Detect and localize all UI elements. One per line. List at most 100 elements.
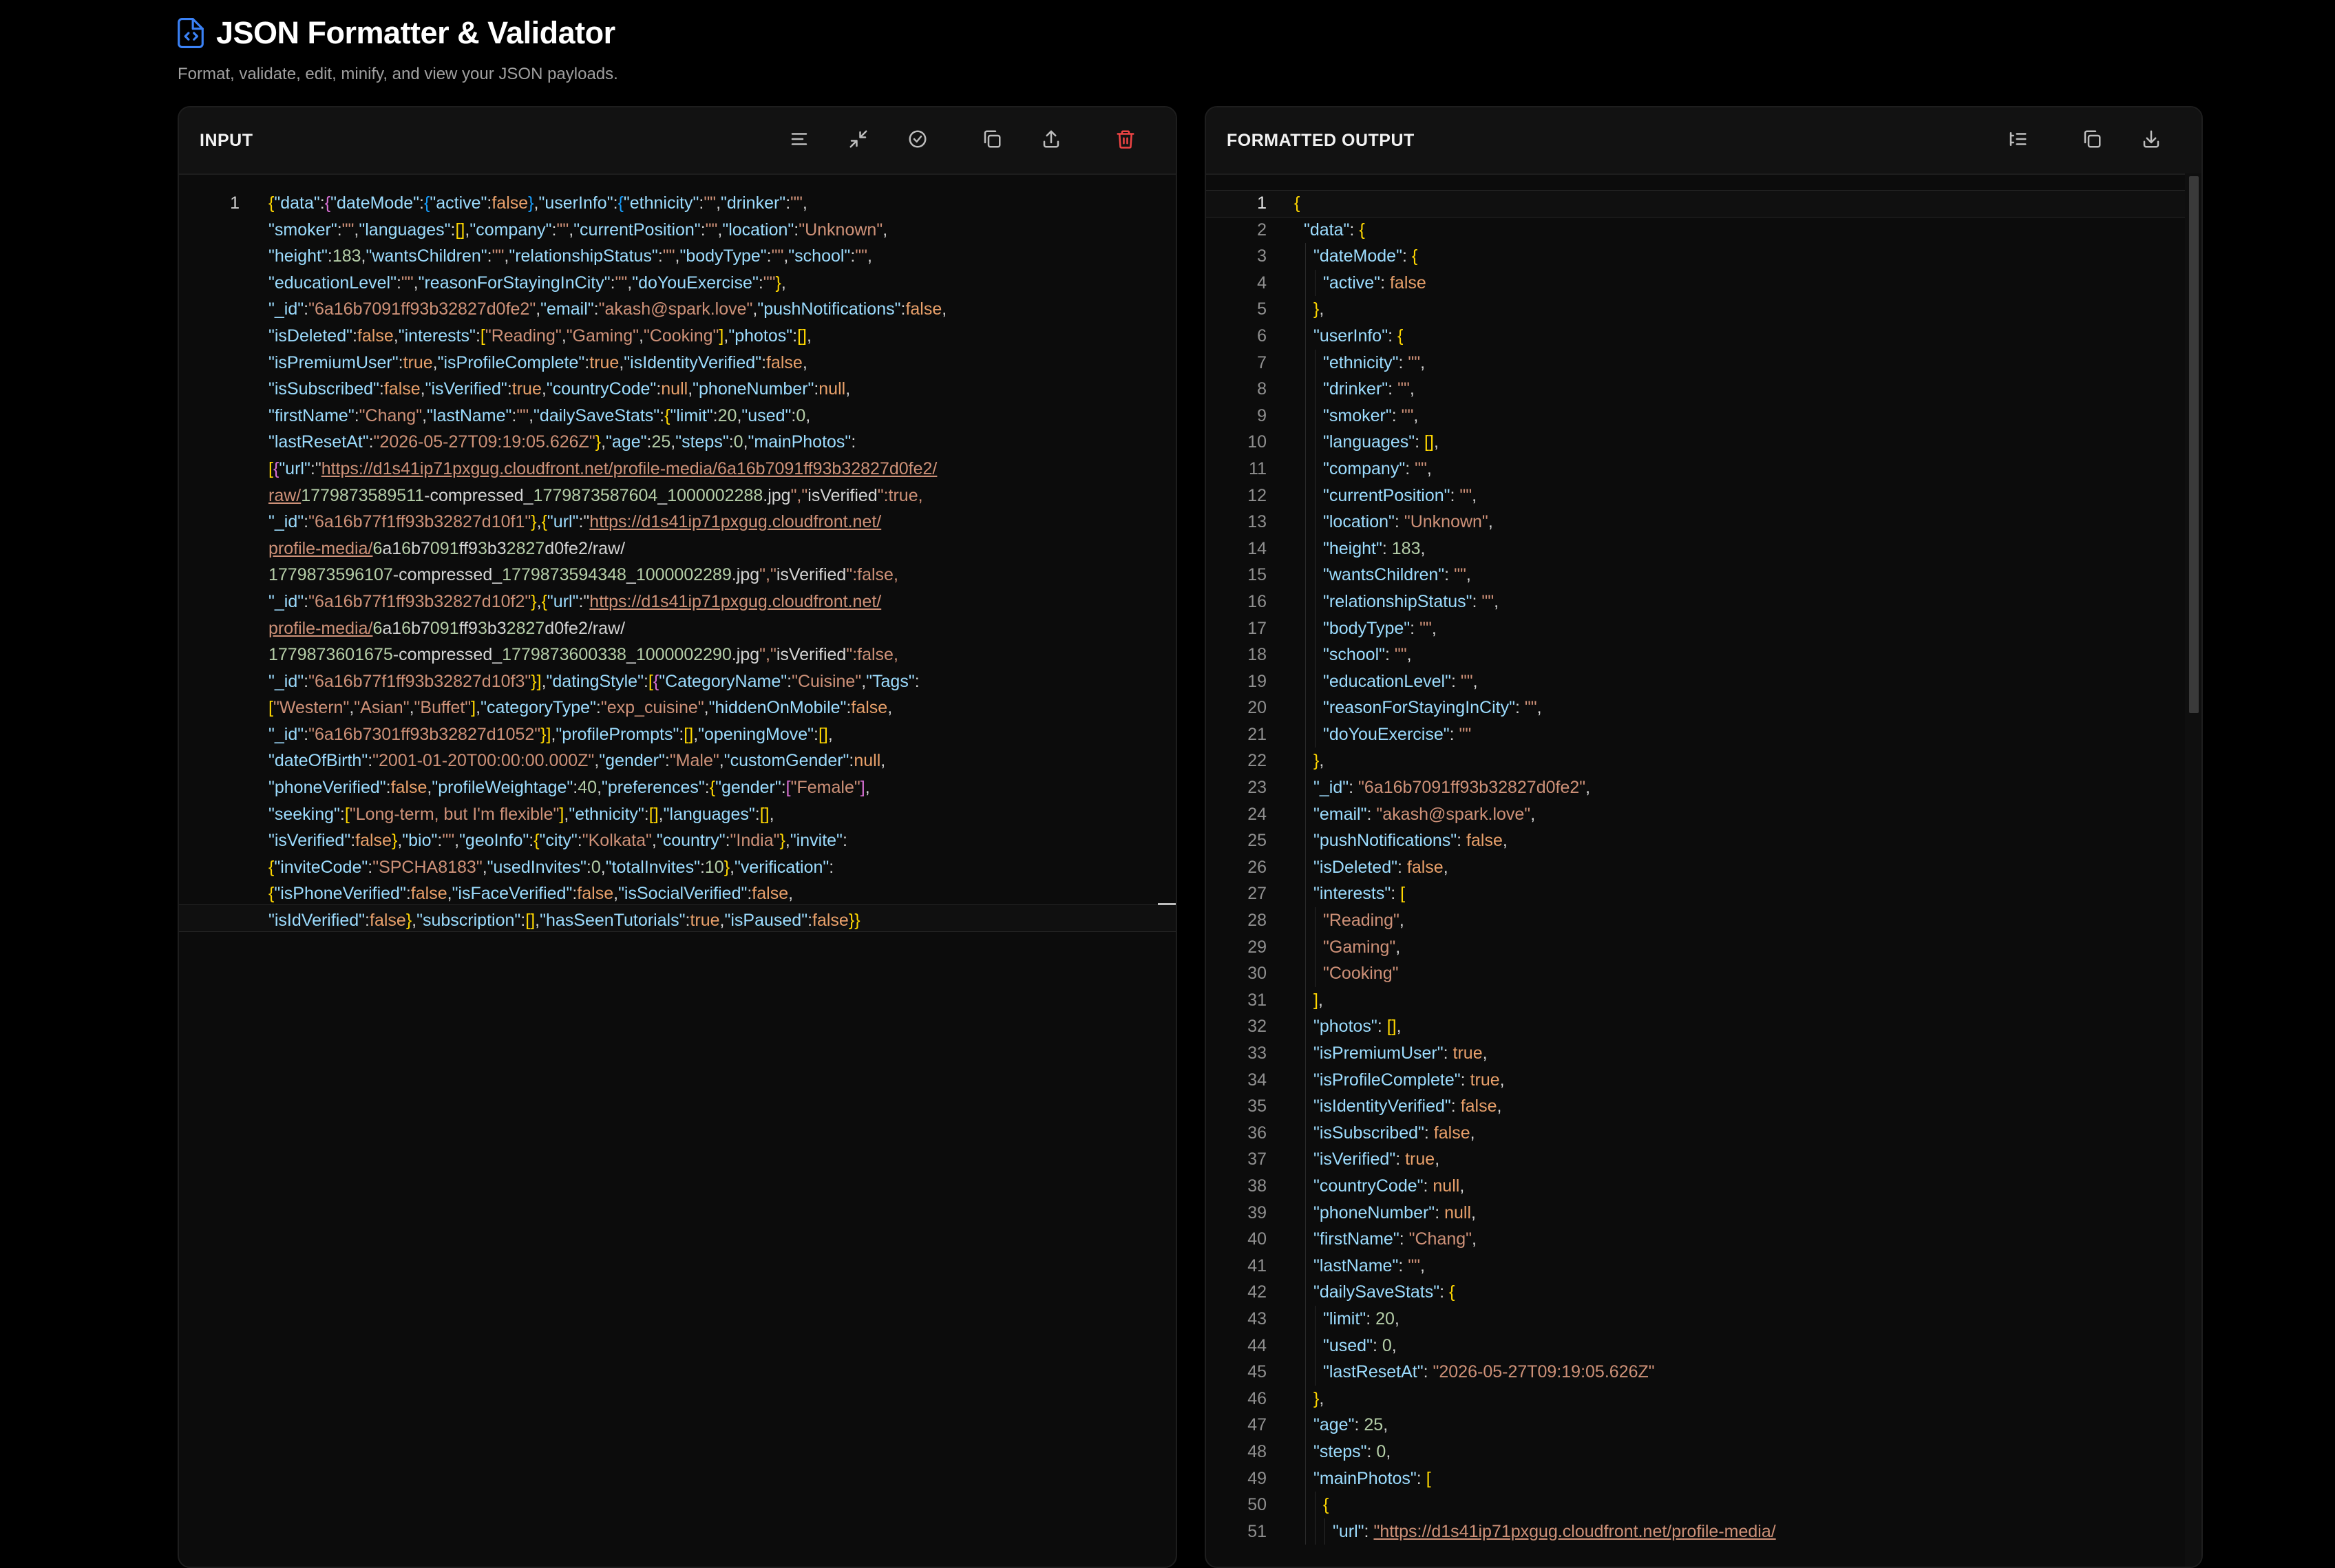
input-wrapped-line: raw/1779873589511-compressed_17798735876…: [268, 485, 923, 505]
input-wrapped-line: {"data":{"dateMode":{"active":false},"us…: [268, 193, 807, 213]
code-text: "data": {: [1304, 220, 1365, 240]
input-panel-title: INPUT: [200, 130, 253, 150]
line-number: 28: [1247, 911, 1267, 931]
line-number: 50: [1247, 1495, 1267, 1515]
line-number: 3: [1257, 246, 1267, 266]
input-wrapped-line: profile-media/6a16b7091ff93b32827d0fe2/r…: [268, 618, 626, 638]
code-text: "lastResetAt": "2026-05-27T09:19:05.626Z…: [1267, 1359, 1655, 1386]
line-number: 16: [1247, 591, 1267, 611]
line-number: 14: [1247, 538, 1267, 558]
output-line: 7 "ethnicity": "",: [1206, 349, 2181, 377]
line-number: 7: [1257, 352, 1267, 372]
input-wrapped-line: "_id":"6a16b77f1ff93b32827d10f1"},{"url"…: [268, 512, 882, 532]
code-text: "limit": 20,: [1267, 1305, 1399, 1333]
input-code[interactable]: {"data":{"dateMode":{"active":false},"us…: [268, 190, 1150, 934]
copy-output-button[interactable]: [2062, 120, 2122, 161]
code-text: "dailySaveStats": {: [1267, 1279, 1455, 1306]
code-text: "active": false: [1267, 269, 1426, 297]
input-wrapped-line: "isPremiumUser":true,"isProfileComplete"…: [268, 352, 807, 372]
output-line: 5},: [1206, 296, 2181, 323]
code-text: {: [1267, 1492, 1329, 1518]
page-subtitle: Format, validate, edit, minify, and view…: [178, 65, 618, 83]
code-text: "dateMode": {: [1267, 243, 1417, 270]
input-panel-header: INPUT: [179, 107, 1176, 175]
line-number: 34: [1247, 1070, 1267, 1090]
tree-view-icon: [2007, 129, 2028, 153]
output-line: 40 "firstName": "Chang",: [1206, 1226, 2181, 1253]
output-line: 22},: [1206, 748, 2181, 775]
line-number: 39: [1247, 1203, 1267, 1222]
output-scrollbar[interactable]: [2185, 173, 2201, 1567]
code-text: "firstName": "Chang",: [1267, 1226, 1477, 1253]
output-line: 27 "interests": [: [1206, 880, 2181, 908]
clear-button[interactable]: [1096, 120, 1155, 161]
input-wrapped-line: "firstName":"Chang","lastName":"","daily…: [268, 405, 811, 425]
code-text: "company": "",: [1267, 455, 1432, 483]
code-text: "wantsChildren": "",: [1267, 562, 1471, 589]
code-text: "languages": [],: [1267, 429, 1439, 456]
output-line: 29 "Gaming",: [1206, 933, 2181, 961]
line-number: 44: [1247, 1335, 1267, 1355]
code-text: "pushNotifications": false,: [1267, 827, 1508, 854]
output-line: 50{: [1206, 1492, 2181, 1518]
output-editor[interactable]: 1{2 "data": {3 "dateMode": {4 "active": fal…: [1206, 173, 2201, 1567]
download-button[interactable]: [2122, 120, 2181, 161]
output-code: 1{2 "data": {3 "dateMode": {4 "active": fal…: [1206, 190, 2181, 1545]
line-number: 18: [1247, 645, 1267, 665]
input-wrapped-line: "smoker":"","languages":[],"company":"",…: [268, 220, 888, 240]
output-toolbar: [1988, 107, 2181, 173]
output-line: 28 "Reading",: [1206, 907, 2181, 934]
code-text: "url": "https://d1s41ip71pxgug.cloudfron…: [1267, 1518, 1776, 1545]
code-text: "location": "Unknown",: [1267, 509, 1493, 536]
output-line: 25 "pushNotifications": false,: [1206, 827, 2181, 854]
line-number: 22: [1247, 751, 1267, 771]
input-wrapped-line: "isVerified":false},"bio":"","geoInfo":{…: [268, 831, 847, 851]
output-scrollbar-thumb[interactable]: [2189, 176, 2199, 713]
output-line: 17 "bodyType": "",: [1206, 615, 2181, 642]
minify-button[interactable]: [829, 120, 888, 161]
copy-input-button[interactable]: [962, 120, 1022, 161]
input-wrapped-line: "phoneVerified":false,"profileWeightage"…: [268, 778, 870, 798]
output-line: 38 "countryCode": null,: [1206, 1172, 2181, 1200]
validate-button[interactable]: [888, 120, 947, 161]
code-text: "isProfileComplete": true,: [1267, 1066, 1505, 1094]
input-wrapped-line: "educationLevel":"","reasonForStayingInC…: [268, 273, 786, 293]
output-panel-title: FORMATTED OUTPUT: [1227, 130, 1415, 150]
output-line: 12 "currentPosition": "",: [1206, 482, 2181, 509]
line-number: 43: [1247, 1309, 1267, 1328]
output-line: 10 "languages": [],: [1206, 429, 2181, 456]
tree-view-button[interactable]: [1988, 120, 2047, 161]
input-wrapped-line: "isIdVerified":false},"subscription":[],…: [268, 911, 860, 931]
format-button[interactable]: [770, 120, 829, 161]
scroll-marker: [1158, 903, 1176, 905]
file-code-icon: [178, 18, 204, 48]
output-line: 24 "email": "akash@spark.love",: [1206, 801, 2181, 828]
input-wrapped-line: {"inviteCode":"SPCHA8183","usedInvites":…: [268, 857, 834, 877]
output-line: 43 "limit": 20,: [1206, 1305, 2181, 1333]
code-text: "phoneNumber": null,: [1267, 1199, 1476, 1227]
line-number: 8: [1257, 379, 1267, 399]
line-number: 27: [1247, 884, 1267, 904]
output-panel: FORMATTED OUTPUT 1{2"data": {3"dateMod: [1205, 106, 2203, 1568]
line-number: 19: [1247, 671, 1267, 691]
output-line: 30 "Cooking": [1206, 960, 2181, 987]
code-text: "Reading",: [1267, 907, 1404, 934]
code-text: "used": 0,: [1267, 1332, 1397, 1359]
line-number: 5: [1257, 299, 1267, 319]
upload-button[interactable]: [1022, 120, 1081, 161]
input-wrapped-line: "dateOfBirth":"2001-01-20T00:00:00.000Z"…: [268, 751, 886, 771]
code-text: "isVerified": true,: [1267, 1146, 1439, 1173]
download-icon: [2141, 129, 2162, 153]
output-line: 4 "active": false: [1206, 269, 2181, 297]
input-editor[interactable]: 1 {"data":{"dateMode":{"active":false},"…: [179, 173, 1176, 1567]
output-line: 1{: [1206, 190, 2181, 217]
code-text: "doYouExercise": "": [1267, 721, 1471, 748]
code-text: },: [1267, 296, 1324, 323]
code-text: "isDeleted": false,: [1267, 854, 1448, 881]
validate-icon: [907, 129, 928, 153]
output-line: 13 "location": "Unknown",: [1206, 509, 2181, 536]
output-line: 16 "relationshipStatus": "",: [1206, 588, 2181, 615]
output-line: 42 "dailySaveStats": {: [1206, 1279, 2181, 1306]
output-line: 48 "steps": 0,: [1206, 1438, 2181, 1465]
output-line: 39 "phoneNumber": null,: [1206, 1199, 2181, 1227]
